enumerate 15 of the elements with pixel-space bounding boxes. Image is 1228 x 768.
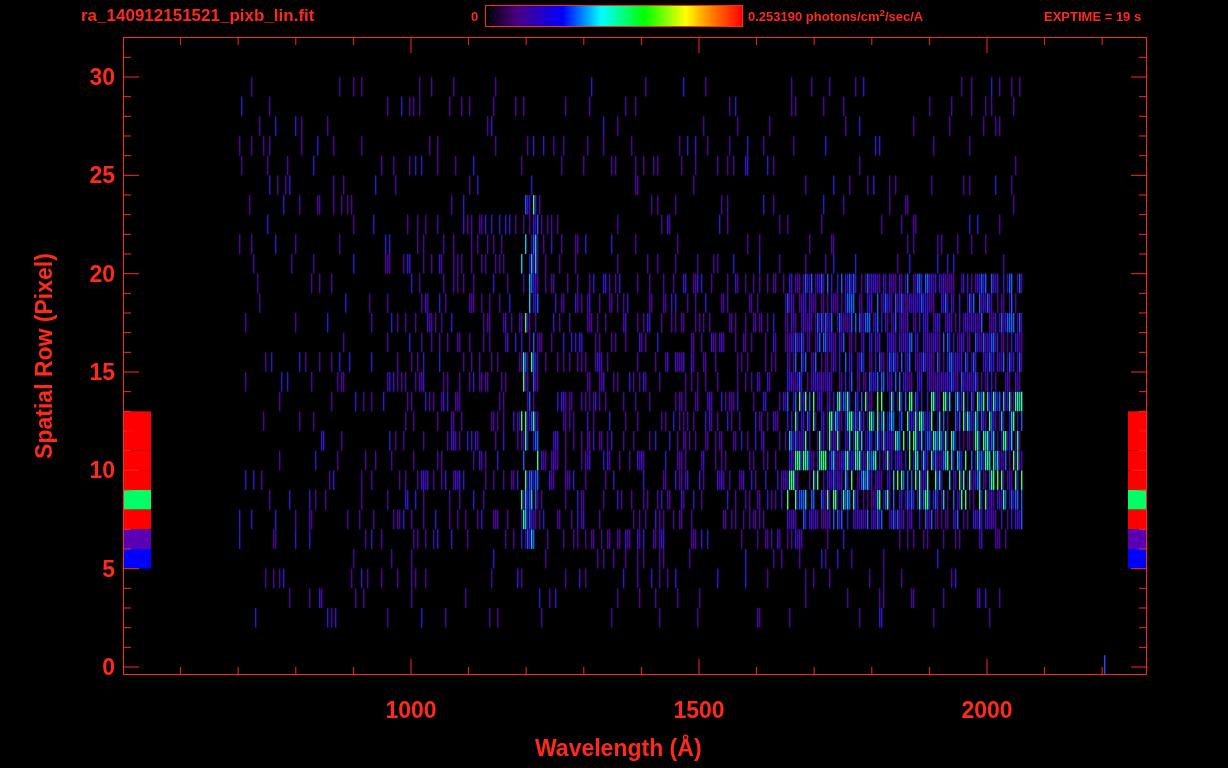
colorbar-min-label: 0 (471, 10, 479, 23)
y-tick-label: 5 (101, 557, 115, 581)
y-axis-label: Spatial Row (Pixel) (32, 253, 56, 459)
y-tick-label: 30 (88, 66, 115, 89)
exposure-time: EXPTIME = 19 s (1044, 10, 1142, 23)
y-tick-label: 25 (88, 164, 115, 188)
y-tick-label: 20 (88, 262, 115, 286)
y-tick-label: 0 (101, 656, 115, 679)
x-tick-label: 1500 (672, 699, 726, 722)
x-tick-label: 1000 (384, 699, 438, 722)
y-tick-label: 15 (88, 361, 115, 384)
x-tick-label: 2000 (960, 699, 1014, 722)
file-title: ra_140912151521_pixb_lin.fit (81, 7, 315, 24)
y-tick-label: 10 (88, 459, 115, 483)
colorbar-max-label: 0.253190 photons/cm$^{2}$/sec/A (748, 10, 924, 23)
